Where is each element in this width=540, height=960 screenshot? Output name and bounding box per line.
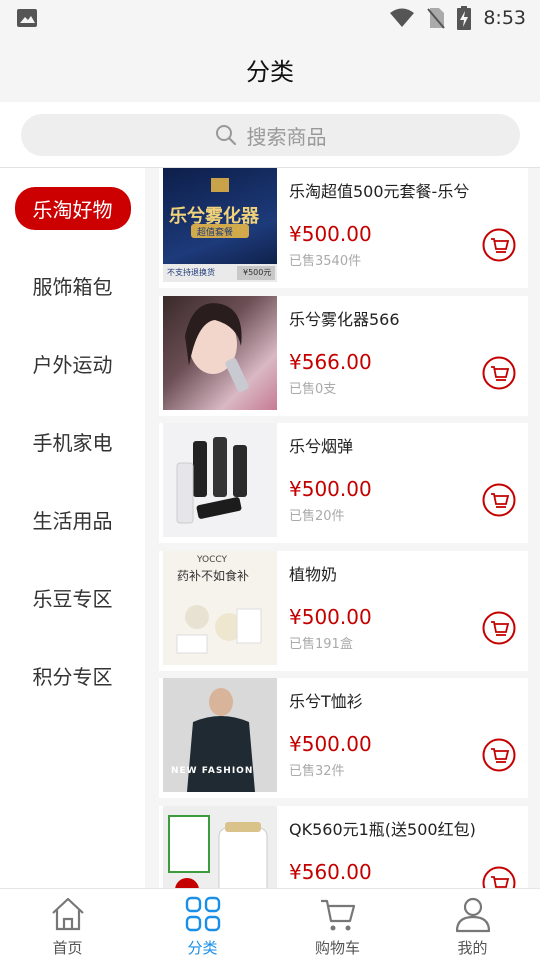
category-icon bbox=[185, 896, 221, 932]
clock: 8:53 bbox=[483, 7, 526, 29]
product-card[interactable]: QK560元1瓶(送500红包) ¥560.00 bbox=[159, 806, 528, 888]
product-price: ¥500.00 bbox=[289, 732, 372, 756]
tab-profile[interactable]: 我的 bbox=[405, 889, 540, 960]
search-input[interactable]: 搜索商品 bbox=[21, 114, 520, 156]
category-sidebar: 乐淘好物 服饰箱包 户外运动 手机家电 生活用品 乐豆专区 积分专区 bbox=[0, 168, 145, 888]
tab-home[interactable]: 首页 bbox=[0, 889, 135, 960]
add-to-cart-button[interactable] bbox=[482, 228, 516, 262]
product-image-art bbox=[185, 303, 249, 392]
image-brand-text: YOCCY bbox=[197, 555, 227, 565]
product-name: 乐兮烟弹 bbox=[289, 437, 354, 456]
product-sold-count: 已售20件 bbox=[289, 509, 345, 524]
tab-category[interactable]: 分类 bbox=[135, 889, 270, 960]
page-title: 分类 bbox=[246, 57, 294, 86]
category-label: 手机家电 bbox=[32, 430, 113, 455]
image-caption-text: NEW FASHION bbox=[171, 766, 254, 776]
product-image: YOCCY 药补不如食补 bbox=[163, 551, 277, 665]
product-image-art bbox=[176, 437, 247, 524]
product-price: ¥500.00 bbox=[289, 222, 372, 246]
product-image bbox=[163, 296, 277, 410]
search-icon bbox=[215, 125, 236, 146]
wifi-icon bbox=[390, 8, 415, 27]
image-footer-left-text: 不支持退换货 bbox=[167, 268, 215, 277]
product-sold-count: 已售3540件 bbox=[289, 254, 362, 269]
product-image: NEW FASHION bbox=[163, 678, 277, 792]
product-price: ¥560.00 bbox=[289, 860, 372, 884]
add-to-cart-button[interactable] bbox=[482, 483, 516, 517]
product-price: ¥500.00 bbox=[289, 605, 372, 629]
product-card[interactable]: 乐兮烟弹 ¥500.00 已售20件 bbox=[159, 423, 528, 543]
category-item[interactable]: 服饰箱包 bbox=[0, 265, 145, 305]
category-label: 户外运动 bbox=[32, 352, 113, 377]
category-label: 服饰箱包 bbox=[32, 274, 113, 299]
category-label: 积分专区 bbox=[32, 664, 113, 689]
tab-label: 首页 bbox=[52, 939, 83, 957]
battery-charging-icon bbox=[457, 6, 472, 30]
bottom-tab-bar: 首页 分类 购物车 我的 bbox=[0, 888, 540, 960]
product-sold-count: 已售32件 bbox=[289, 764, 345, 779]
tab-cart[interactable]: 购物车 bbox=[270, 889, 405, 960]
product-sold-count: 已售191盒 bbox=[289, 637, 353, 652]
product-name: 植物奶 bbox=[289, 565, 338, 584]
add-to-cart-button[interactable] bbox=[482, 738, 516, 772]
product-name: 乐淘超值500元套餐-乐兮 bbox=[289, 182, 470, 201]
image-slogan-text: 药补不如食补 bbox=[177, 569, 250, 583]
product-list: 乐兮雾化器 超值套餐 不支持退换货 ¥500元 乐淘超值500元套餐-乐兮 ¥5… bbox=[145, 168, 540, 888]
image-footer-right-text: ¥500元 bbox=[243, 268, 272, 277]
category-item[interactable]: 生活用品 bbox=[0, 499, 145, 539]
tab-label: 分类 bbox=[187, 939, 218, 957]
status-bar: 8:53 bbox=[0, 0, 540, 36]
home-icon bbox=[52, 897, 84, 931]
product-card[interactable]: 乐兮雾化器 超值套餐 不支持退换货 ¥500元 乐淘超值500元套餐-乐兮 ¥5… bbox=[159, 168, 528, 288]
product-image bbox=[163, 423, 277, 537]
product-name: QK560元1瓶(送500红包) bbox=[289, 820, 476, 839]
category-item-active[interactable]: 乐淘好物 bbox=[0, 186, 145, 230]
product-card[interactable]: NEW FASHION 乐兮T恤衫 ¥500.00 已售32件 bbox=[159, 678, 528, 798]
category-item[interactable]: 户外运动 bbox=[0, 343, 145, 383]
product-name: 乐兮雾化器566 bbox=[289, 310, 400, 329]
product-image bbox=[163, 806, 277, 888]
category-item[interactable]: 积分专区 bbox=[0, 655, 145, 695]
category-item[interactable]: 手机家电 bbox=[0, 421, 145, 461]
add-to-cart-button[interactable] bbox=[482, 356, 516, 390]
product-card[interactable]: 乐兮雾化器566 ¥566.00 已售0支 bbox=[159, 296, 528, 416]
category-label: 乐淘好物 bbox=[14, 186, 131, 230]
category-item[interactable]: 乐豆专区 bbox=[0, 577, 145, 617]
image-tag-text: 超值套餐 bbox=[197, 228, 234, 238]
category-label: 生活用品 bbox=[32, 508, 113, 533]
tab-label: 我的 bbox=[457, 939, 488, 957]
product-price: ¥500.00 bbox=[289, 477, 372, 501]
cart-icon bbox=[321, 899, 356, 931]
product-image: 乐兮雾化器 超值套餐 不支持退换货 ¥500元 bbox=[163, 168, 277, 282]
product-sold-count: 已售0支 bbox=[289, 382, 337, 397]
add-to-cart-button[interactable] bbox=[482, 611, 516, 645]
product-card[interactable]: YOCCY 药补不如食补 植物奶 ¥500.00 已售191盒 bbox=[159, 551, 528, 671]
product-image-art bbox=[168, 815, 268, 888]
add-to-cart-button[interactable] bbox=[482, 866, 516, 888]
app-header: 分类 bbox=[0, 36, 540, 102]
gallery-icon bbox=[17, 9, 37, 27]
search-bar: 搜索商品 bbox=[0, 102, 540, 168]
search-placeholder: 搜索商品 bbox=[246, 124, 327, 149]
user-icon bbox=[455, 897, 491, 933]
tab-label: 购物车 bbox=[314, 939, 360, 957]
category-label: 乐豆专区 bbox=[32, 586, 113, 611]
product-name: 乐兮T恤衫 bbox=[289, 692, 363, 711]
no-sim-icon bbox=[427, 8, 446, 29]
product-price: ¥566.00 bbox=[289, 350, 372, 374]
